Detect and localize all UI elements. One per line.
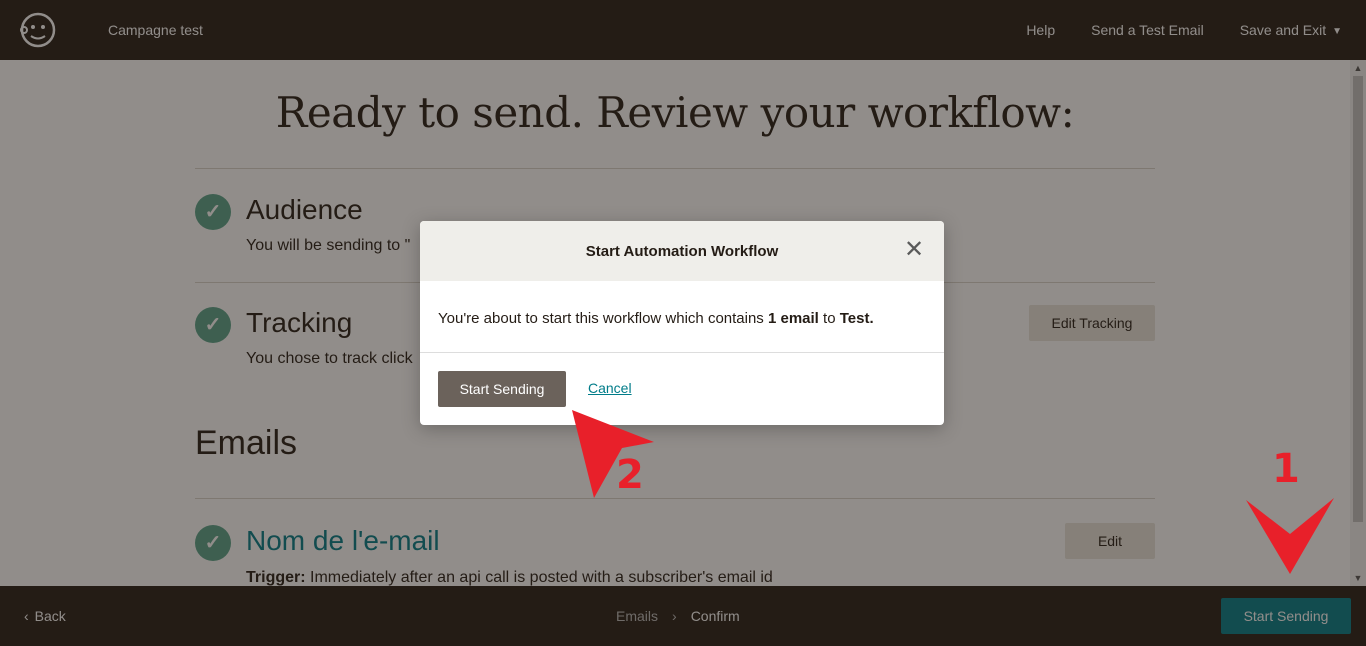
start-workflow-modal: Start Automation Workflow ✕ You're about… (420, 221, 944, 425)
modal-message: You're about to start this workflow whic… (438, 310, 874, 327)
close-icon[interactable]: ✕ (904, 238, 924, 262)
modal-message-mid: to (818, 310, 840, 327)
modal-header: Start Automation Workflow ✕ (420, 221, 944, 281)
modal-email-count: 1 email (767, 310, 819, 327)
annotation-step-2: 2 (616, 452, 644, 498)
modal-message-prefix: You're about to start this workflow whic… (438, 310, 768, 327)
modal-cancel-link[interactable]: Cancel (588, 380, 632, 396)
modal-audience-name: Test. (839, 310, 874, 327)
modal-divider (420, 352, 944, 353)
annotation-step-1: 1 (1272, 446, 1300, 492)
annotation-arrow-1-icon (1246, 498, 1334, 574)
modal-start-sending-button[interactable]: Start Sending (438, 371, 566, 407)
annotation-arrow-2-icon (572, 410, 654, 498)
modal-title: Start Automation Workflow (585, 243, 779, 260)
